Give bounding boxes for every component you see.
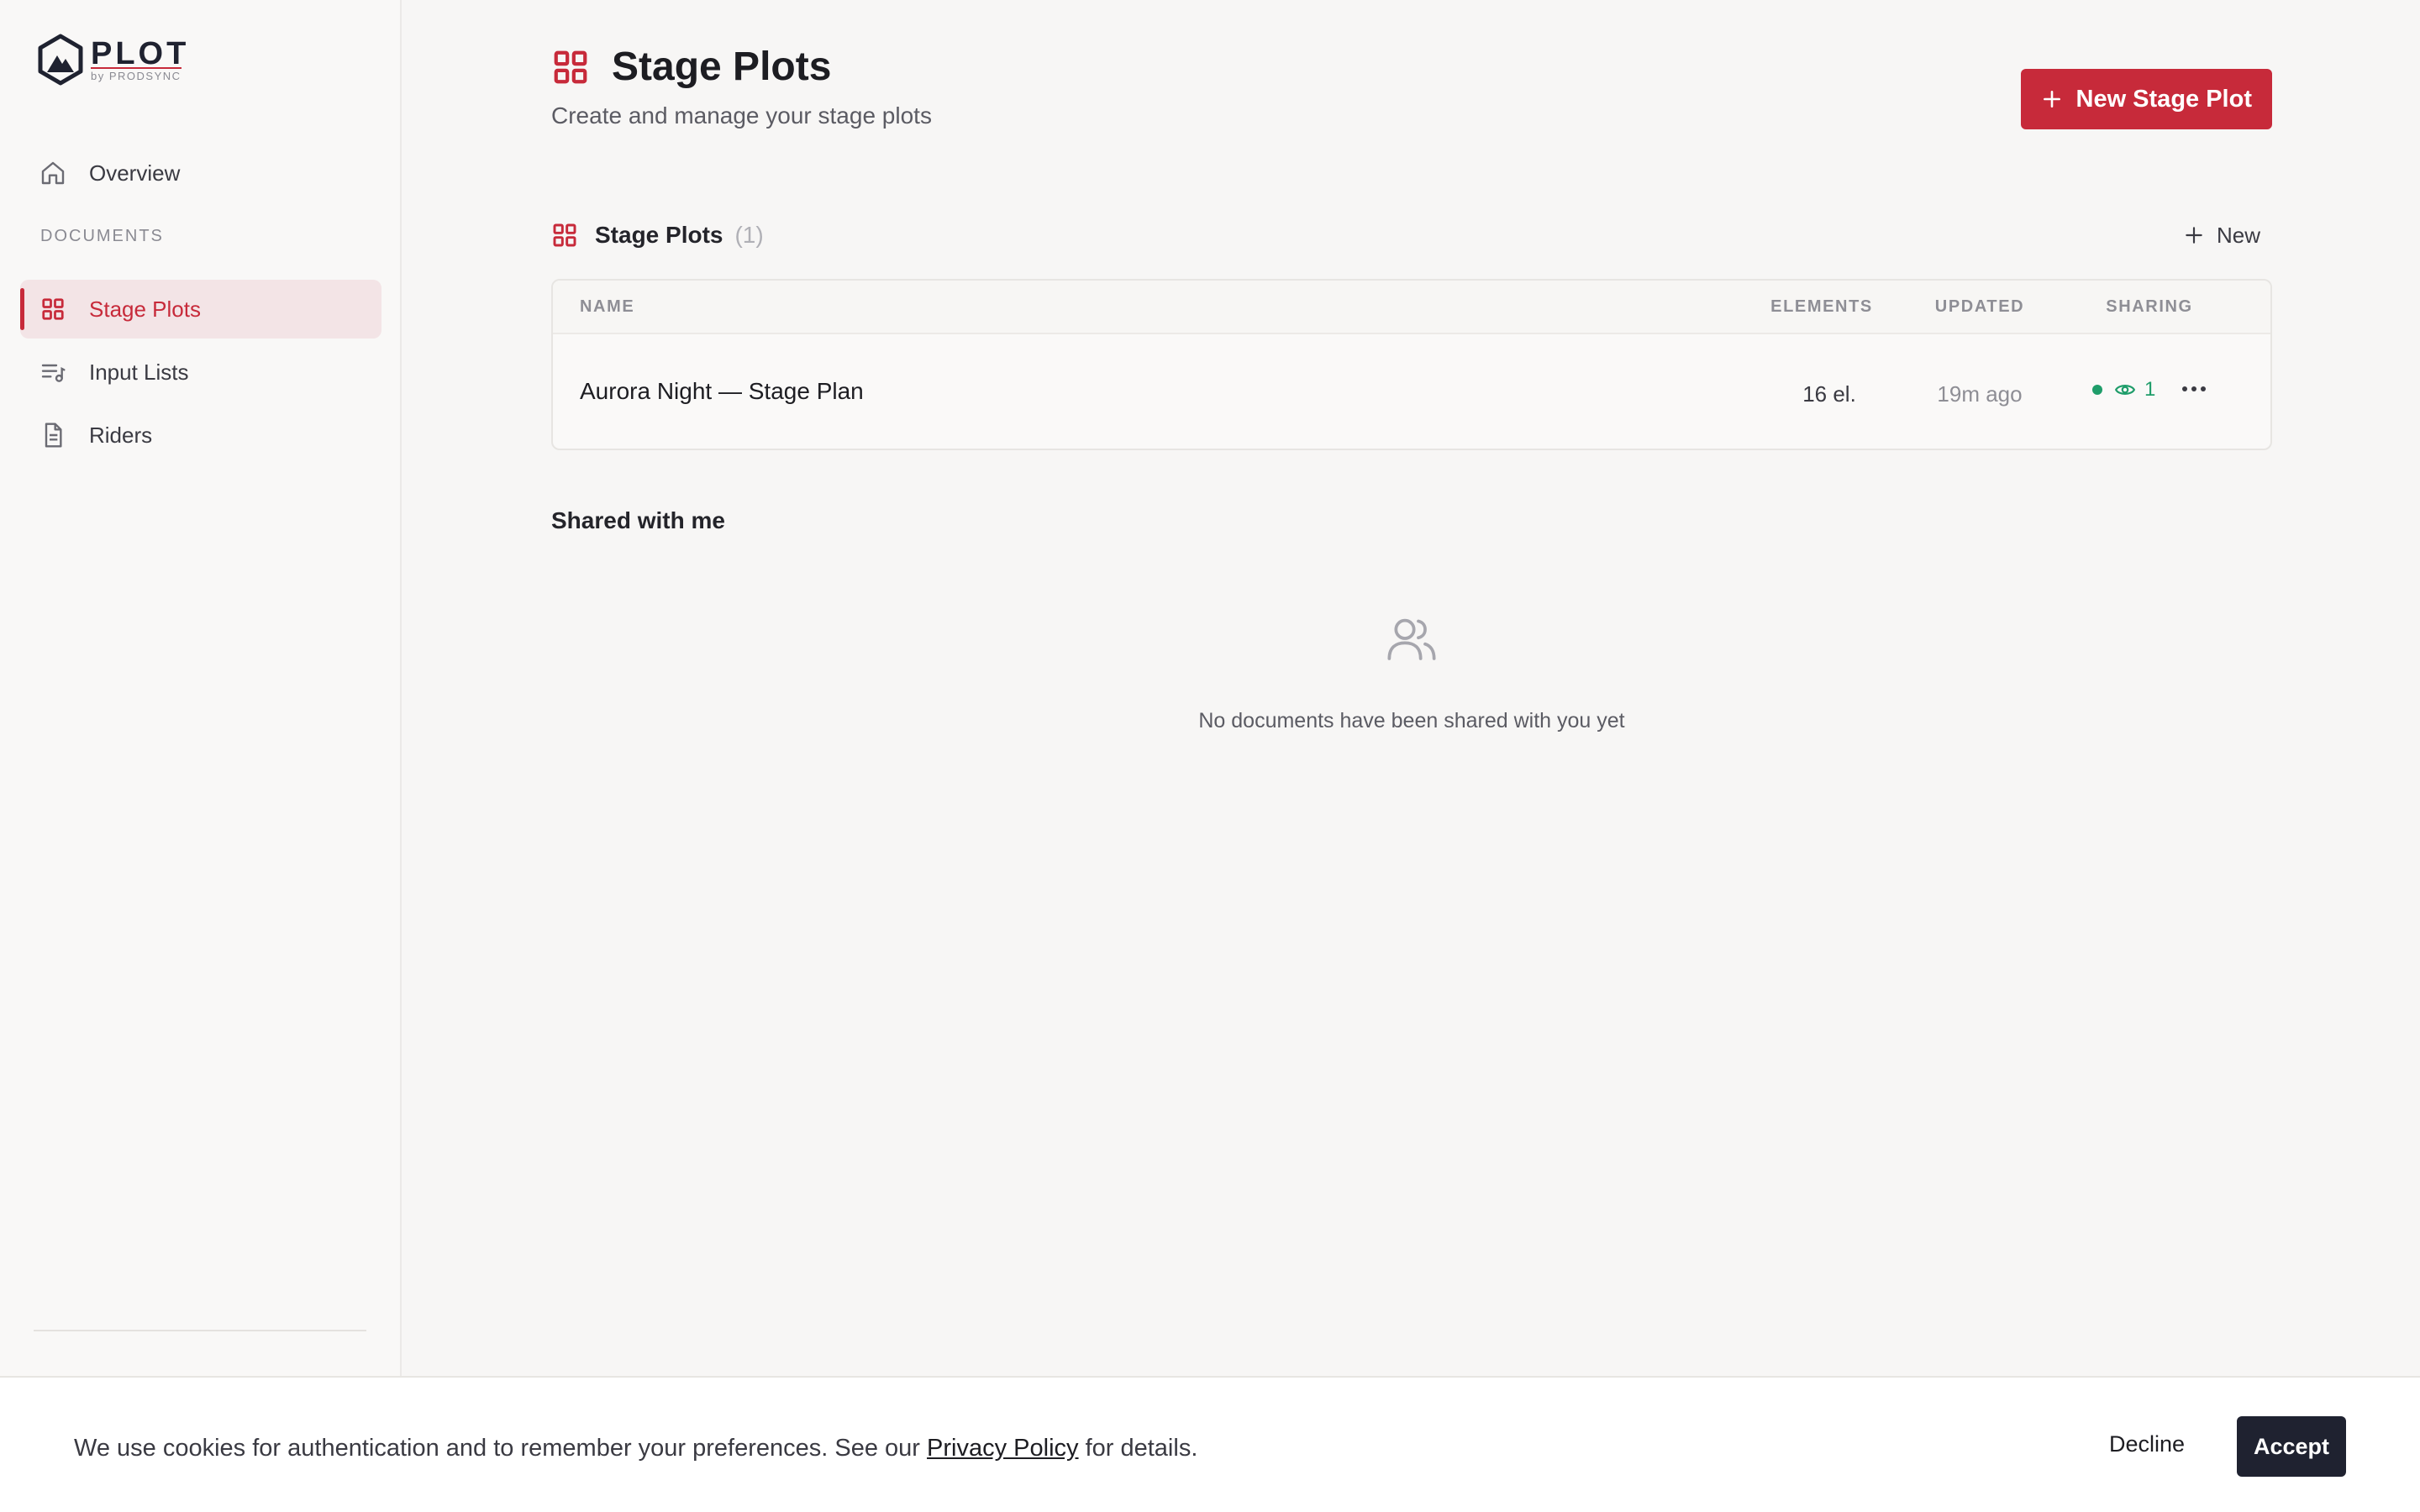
sidebar-item-riders[interactable]: Riders <box>20 406 381 465</box>
brand-logo[interactable]: PLOT by PRODSYNC <box>37 34 189 86</box>
page-header: Stage Plots <box>551 44 831 90</box>
sidebar-divider <box>34 1330 366 1331</box>
sidebar-item-label: Overview <box>89 160 181 186</box>
row-name[interactable]: Aurora Night — Stage Plan <box>580 378 864 405</box>
new-button[interactable]: New <box>2183 218 2260 252</box>
column-header-name[interactable]: NAME <box>580 297 634 317</box>
main-content: Stage Plots Create and manage your stage… <box>403 0 2420 1512</box>
shared-section-title: Shared with me <box>551 507 725 533</box>
cookie-text-after: for details. <box>1085 1435 1198 1462</box>
section-count: (1) <box>734 222 764 248</box>
table-header: NAME ELEMENTS UPDATED SHARING <box>553 281 2270 334</box>
sharing-count: 1 <box>2144 378 2156 401</box>
cookie-message: We use cookies for authentication and to… <box>74 1435 1197 1462</box>
row-updated: 19m ago <box>1937 381 2023 407</box>
eye-icon <box>2114 385 2136 395</box>
grid-icon <box>39 295 67 323</box>
page-subtitle: Create and manage your stage plots <box>551 102 932 129</box>
stage-plots-table: NAME ELEMENTS UPDATED SHARING Aurora Nig… <box>551 279 2272 450</box>
sidebar-item-stage-plots[interactable]: Stage Plots <box>20 280 381 339</box>
home-icon <box>39 159 67 187</box>
page-title: Stage Plots <box>612 45 832 89</box>
plus-icon <box>2043 91 2060 108</box>
section-title: Stage Plots <box>595 222 723 248</box>
sidebar-item-label: Stage Plots <box>89 296 201 322</box>
sidebar-item-label: Riders <box>89 422 153 448</box>
new-button-label: New <box>2216 222 2260 248</box>
cookie-banner: We use cookies for authentication and to… <box>0 1376 2420 1512</box>
brand-byline: by PRODSYNC <box>91 67 189 82</box>
brand-name: PLOT <box>91 36 190 71</box>
new-stage-plot-label: New Stage Plot <box>2075 85 2253 113</box>
users-icon <box>1387 618 1436 660</box>
accept-button[interactable]: Accept <box>2237 1416 2346 1477</box>
sidebar-item-label: Input Lists <box>89 359 189 385</box>
cookie-text-before: We use cookies for authentication and to… <box>74 1435 920 1462</box>
table-row[interactable]: Aurora Night — Stage Plan 16 el. 19m ago… <box>553 334 2270 449</box>
sidebar: PLOT by PRODSYNC Overview DOCUMENTS Stag… <box>0 0 402 1512</box>
sharing-status[interactable]: 1 <box>2092 378 2155 402</box>
sidebar-item-overview[interactable]: Overview <box>20 144 381 202</box>
plus-icon <box>2186 227 2202 244</box>
privacy-policy-link[interactable]: Privacy Policy <box>927 1435 1079 1462</box>
decline-button[interactable]: Decline <box>2109 1431 2185 1457</box>
list-music-icon <box>39 358 67 386</box>
new-stage-plot-button[interactable]: New Stage Plot <box>2020 69 2272 129</box>
column-header-sharing[interactable]: SHARING <box>2065 297 2233 317</box>
stage-plots-section-header: Stage Plots (1) <box>551 222 764 249</box>
sidebar-item-input-lists[interactable]: Input Lists <box>20 343 381 402</box>
document-icon <box>39 421 67 449</box>
grid-icon <box>553 223 576 247</box>
sidebar-section-label: DOCUMENTS <box>40 227 164 245</box>
empty-state-text: No documents have been shared with you y… <box>1198 709 1625 732</box>
grid-icon <box>554 50 587 83</box>
status-dot <box>2092 385 2102 395</box>
ellipsis-icon <box>2182 386 2206 391</box>
logo-mark-icon <box>38 34 83 86</box>
more-actions-button[interactable] <box>2173 368 2215 410</box>
column-header-updated[interactable]: UPDATED <box>1896 297 2064 317</box>
